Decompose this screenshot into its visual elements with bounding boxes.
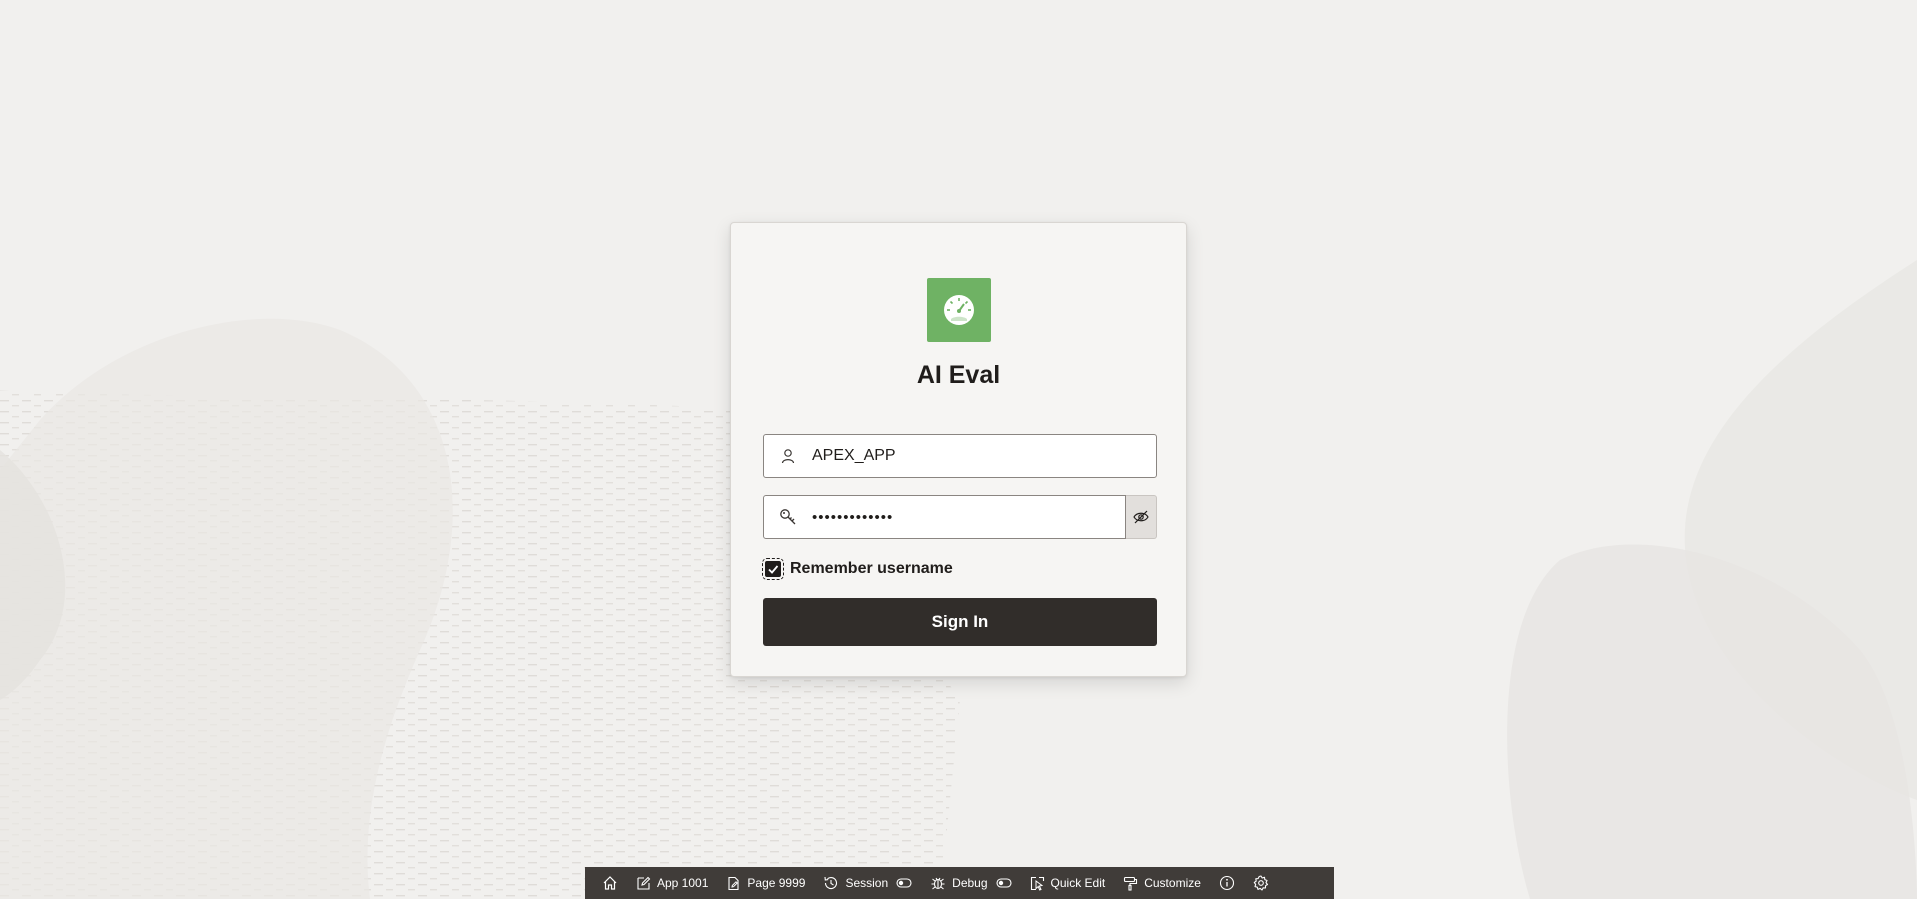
remember-username[interactable]: Remember username xyxy=(762,558,953,580)
edit-icon xyxy=(637,876,651,890)
login-card: AI Eval APEX_APP ••••••••••••• Remember … xyxy=(730,222,1187,677)
debug-button[interactable]: Debug xyxy=(921,867,1020,899)
speedometer-icon xyxy=(944,295,974,325)
eye-slash-icon xyxy=(1133,510,1149,524)
user-icon xyxy=(764,435,812,477)
info-icon xyxy=(1219,875,1234,891)
home-button[interactable] xyxy=(593,867,627,899)
page-edit-icon xyxy=(728,876,739,890)
remember-username-label[interactable]: Remember username xyxy=(790,560,953,578)
password-field[interactable] xyxy=(763,495,1126,539)
check-icon xyxy=(768,565,779,574)
sign-in-button[interactable]: Sign In xyxy=(763,598,1157,646)
page-label: Page 9999 xyxy=(747,876,806,890)
app-label: App 1001 xyxy=(657,876,709,890)
key-icon xyxy=(764,496,812,538)
toggle-icon xyxy=(995,878,1012,888)
customize-button[interactable]: Customize xyxy=(1114,867,1210,899)
page-button[interactable]: Page 9999 xyxy=(717,867,814,899)
app-title: AI Eval xyxy=(916,361,1001,389)
session-label: Session xyxy=(845,876,889,890)
app-button[interactable]: App 1001 xyxy=(627,867,717,899)
password-input[interactable] xyxy=(812,497,1112,537)
password-visibility-toggle[interactable] xyxy=(1126,495,1157,539)
paint-roller-icon xyxy=(1124,876,1138,891)
settings-button[interactable] xyxy=(1244,867,1278,899)
session-icon xyxy=(824,876,838,890)
home-icon xyxy=(603,876,617,890)
quick-edit-button[interactable]: Quick Edit xyxy=(1021,867,1115,899)
gear-icon xyxy=(1253,875,1268,891)
info-button[interactable] xyxy=(1210,867,1244,899)
customize-label: Customize xyxy=(1144,876,1201,890)
username-field[interactable] xyxy=(763,434,1157,478)
session-button[interactable]: Session xyxy=(814,867,921,899)
remember-username-checkbox[interactable] xyxy=(762,558,784,580)
username-input[interactable] xyxy=(812,436,1112,476)
quick-edit-icon xyxy=(1030,876,1044,891)
bug-icon xyxy=(931,877,945,890)
app-logo xyxy=(927,278,991,342)
toggle-icon xyxy=(896,878,912,888)
quick-edit-label: Quick Edit xyxy=(1050,876,1106,890)
debug-label: Debug xyxy=(952,876,988,890)
developer-toolbar: App 1001 Page 9999 Session Debug Quick E… xyxy=(585,867,1334,899)
